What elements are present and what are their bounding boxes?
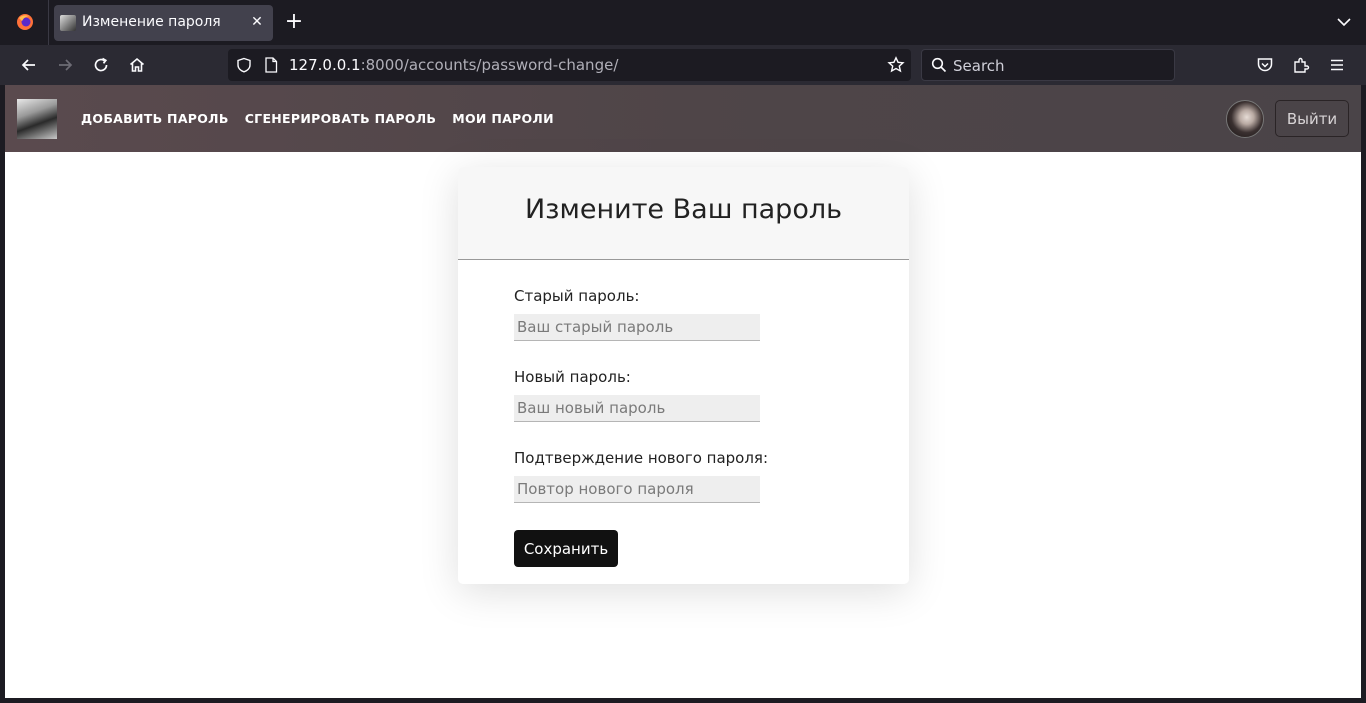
search-placeholder: Search xyxy=(953,57,1005,75)
nav-generate-password[interactable]: СГЕНЕРИРОВАТЬ ПАРОЛЬ xyxy=(245,111,437,126)
url-path: :8000/accounts/password-change/ xyxy=(360,56,619,74)
pocket-icon[interactable] xyxy=(1254,54,1276,76)
page-icon[interactable] xyxy=(264,57,278,73)
search-icon xyxy=(931,57,947,73)
confirm-password-input[interactable] xyxy=(514,476,760,503)
nav-toolbar: 127.0.0.1:8000/accounts/password-change/… xyxy=(0,45,1366,85)
new-tab-button[interactable]: + xyxy=(283,11,305,33)
firefox-logo-icon[interactable] xyxy=(15,12,35,32)
forward-arrow-icon[interactable] xyxy=(54,54,76,76)
window-bottom-edge xyxy=(0,698,1366,703)
menu-icon[interactable] xyxy=(1326,54,1348,76)
old-password-input[interactable] xyxy=(514,314,760,341)
url-text[interactable]: 127.0.0.1:8000/accounts/password-change/ xyxy=(289,56,618,74)
new-password-label: Новый пароль: xyxy=(514,368,631,386)
tab-list-chevron-icon[interactable] xyxy=(1336,14,1352,30)
back-arrow-icon[interactable] xyxy=(18,54,40,76)
tab-separator xyxy=(48,0,49,45)
url-bar[interactable]: 127.0.0.1:8000/accounts/password-change/ xyxy=(228,49,911,81)
active-tab[interactable]: Изменение пароля ✕ xyxy=(54,5,273,41)
save-button[interactable]: Сохранить xyxy=(514,530,618,567)
card-header: Измените Ваш пароль xyxy=(458,167,909,260)
page-viewport: ДОБАВИТЬ ПАРОЛЬ СГЕНЕРИРОВАТЬ ПАРОЛЬ МОИ… xyxy=(5,85,1361,698)
site-logo[interactable] xyxy=(17,99,57,139)
home-icon[interactable] xyxy=(126,54,148,76)
extensions-icon[interactable] xyxy=(1290,54,1312,76)
logout-button[interactable]: Выйти xyxy=(1275,100,1349,137)
shield-icon[interactable] xyxy=(236,57,252,73)
tab-close-icon[interactable]: ✕ xyxy=(247,12,267,32)
page-title: Измените Ваш пароль xyxy=(524,194,843,225)
confirm-password-label: Подтверждение нового пароля: xyxy=(514,449,769,467)
password-change-card: Измените Ваш пароль Старый пароль: Новый… xyxy=(458,167,909,584)
main-nav: ДОБАВИТЬ ПАРОЛЬ СГЕНЕРИРОВАТЬ ПАРОЛЬ МОИ… xyxy=(81,111,554,126)
reload-icon[interactable] xyxy=(90,54,112,76)
old-password-label: Старый пароль: xyxy=(514,287,640,305)
search-bar[interactable]: Search xyxy=(921,49,1175,81)
new-password-input[interactable] xyxy=(514,395,760,422)
site-header: ДОБАВИТЬ ПАРОЛЬ СГЕНЕРИРОВАТЬ ПАРОЛЬ МОИ… xyxy=(5,85,1361,152)
nav-add-password[interactable]: ДОБАВИТЬ ПАРОЛЬ xyxy=(81,111,229,126)
tab-favicon-icon xyxy=(60,15,76,31)
bookmark-star-icon[interactable] xyxy=(887,56,905,74)
url-host: 127.0.0.1 xyxy=(289,56,361,74)
tab-strip: Изменение пароля ✕ + xyxy=(0,0,1366,45)
avatar[interactable] xyxy=(1226,100,1264,138)
tab-title: Изменение пароля xyxy=(82,14,221,30)
nav-my-passwords[interactable]: МОИ ПАРОЛИ xyxy=(452,111,554,126)
